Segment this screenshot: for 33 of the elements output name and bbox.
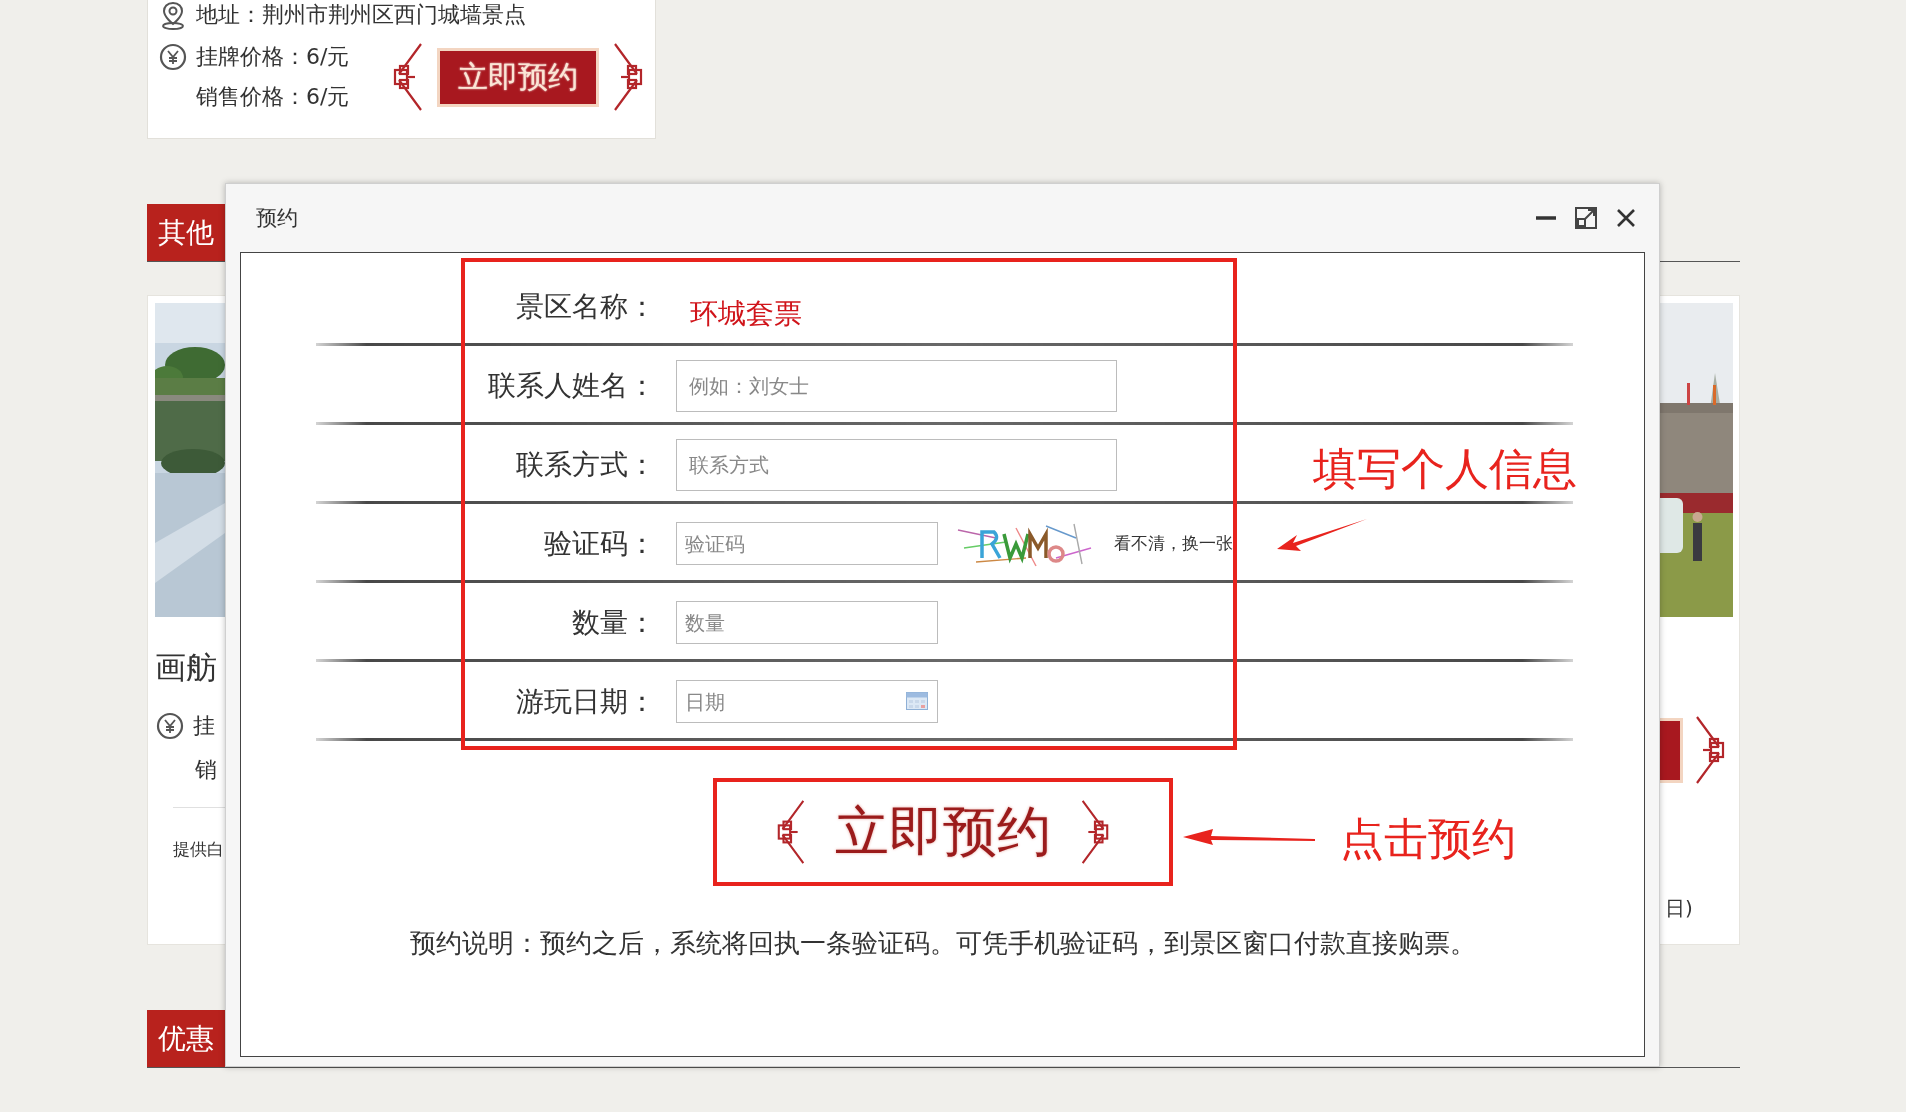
field-label: 景区名称： [515,288,656,325]
minimize-icon [1536,216,1556,220]
field-value: 环城套票 [690,295,802,332]
book-now-button[interactable]: 立即预约 [712,778,1173,886]
dialog-title: 预约 [256,205,299,232]
field-label: 联系方式： [515,446,656,483]
date-field[interactable]: 日期 [676,680,938,723]
annotation-text: 点击预约 [1340,812,1516,866]
listing-title: 画舫 [155,648,218,687]
annotation-text: 填写个人信息 [1313,442,1577,496]
field-label: 联系人姓名： [487,367,656,404]
input-field[interactable]: 验证码 [676,522,938,565]
booking-note: 预约说明：预约之后，系统将回执一条验证码。可凭手机验证码，到景区窗口付款直接购票。 [408,927,1477,960]
refresh-link[interactable]: 看不清，换一张 [1114,532,1233,555]
address-text: 地址：荆州市荆州区西门城墙景点 [196,1,526,29]
maximize-icon [1573,205,1599,231]
field-label: 游玩日期： [515,683,656,720]
listing-note: 日) [1665,895,1694,922]
input-field[interactable]: 联系方式 [676,438,1117,491]
input-field[interactable]: 例如：刘女士 [676,359,1117,412]
sale-price: 销售价格：6/元 [196,83,350,111]
input-field[interactable]: 数量 [676,601,938,644]
list-price: 挂牌价格：6/元 [196,43,350,71]
yen-icon [155,711,185,741]
yen-icon [158,42,188,72]
book-now-button[interactable]: 立即预约 [437,47,600,107]
list-price: 挂 [193,712,215,740]
field-label: 数量： [571,604,656,641]
calendar-icon [906,692,928,710]
maximize-button[interactable] [1573,205,1599,231]
listing-note: 提供白 [173,838,225,861]
sale-price: 销 [195,756,218,784]
field-label: 验证码： [543,525,656,562]
